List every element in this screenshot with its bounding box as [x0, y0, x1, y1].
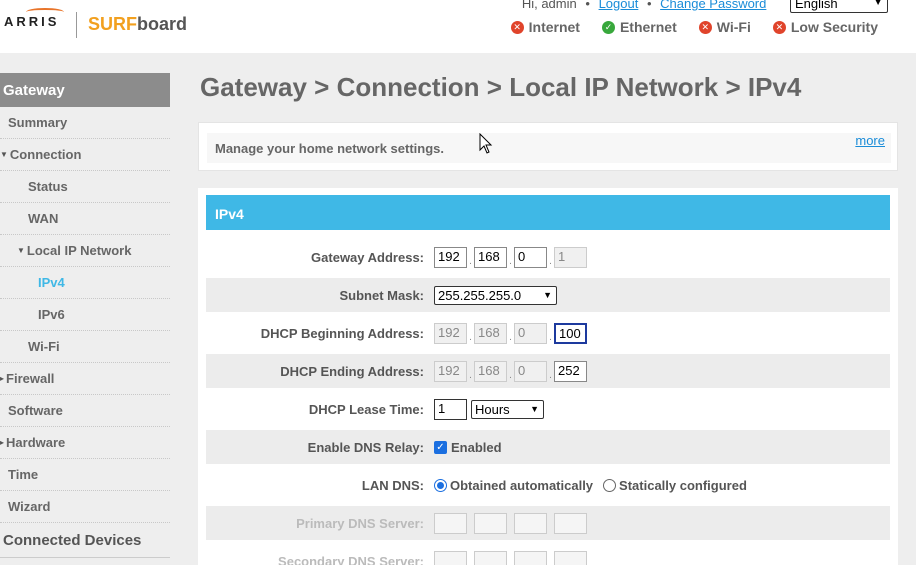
ipv4-panel: IPv4 Gateway Address: 192. 168. 0. 1 Sub…	[198, 188, 898, 565]
sidebar-item-connection[interactable]: ▼ Connection	[0, 139, 170, 171]
expand-triangle-icon: ▼	[17, 246, 25, 255]
lease-time-row: DHCP Lease Time: 1 Hours ▼	[206, 392, 890, 426]
status-internet[interactable]: ✕ Internet	[510, 19, 580, 35]
dns-relay-checkbox[interactable]: ✓	[434, 440, 447, 454]
primary-dns-octet-2	[474, 512, 507, 534]
gateway-octet-2[interactable]: 168	[474, 246, 507, 268]
change-password-link[interactable]: Change Password	[660, 0, 766, 11]
more-link[interactable]: more	[855, 133, 885, 148]
primary-dns-row: Primary DNS Server:	[206, 506, 890, 540]
dhcp-begin-row: DHCP Beginning Address: 192. 168. 0. 100	[206, 316, 890, 350]
subnet-mask-label: Subnet Mask:	[339, 287, 424, 303]
collapsed-triangle-icon: ▸	[0, 374, 5, 383]
gateway-octet-4: 1	[554, 246, 587, 268]
error-icon: ✕	[772, 20, 786, 34]
sidebar-item-wizard[interactable]: Wizard	[0, 491, 170, 523]
dhcp-begin-octet-2: 168	[474, 322, 507, 344]
lan-dns-auto-radio[interactable]	[434, 478, 447, 492]
logout-link[interactable]: Logout	[599, 0, 639, 11]
dhcp-begin-octet-4[interactable]: 100	[554, 322, 587, 344]
lease-unit-select[interactable]: Hours ▼	[471, 399, 544, 419]
chevron-down-icon: ▼	[530, 404, 539, 414]
sidebar-item-hardware[interactable]: ▸ Hardware	[0, 427, 170, 459]
check-icon: ✓	[601, 20, 615, 34]
sidebar-heading-connected-devices[interactable]: Connected Devices	[0, 523, 170, 558]
secondary-dns-octet-1	[434, 550, 467, 565]
dhcp-end-octet-1: 192	[434, 360, 467, 382]
secondary-dns-row: Secondary DNS Server:	[206, 544, 890, 565]
secondary-dns-octet-2	[474, 550, 507, 565]
gateway-octet-1[interactable]: 192	[434, 246, 467, 268]
dns-relay-row: Enable DNS Relay: ✓ Enabled	[206, 430, 890, 464]
gateway-octet-3[interactable]: 0	[514, 246, 547, 268]
sidebar-item-software[interactable]: Software	[0, 395, 170, 427]
status-ethernet[interactable]: ✓ Ethernet	[601, 19, 677, 35]
expand-triangle-icon: ▼	[0, 150, 8, 159]
surfboard-logo: SURFboard	[88, 14, 188, 34]
lan-dns-static-label: Statically configured	[619, 477, 747, 493]
arris-logo: ARRIS	[4, 8, 64, 29]
language-select[interactable]: English ▼	[790, 0, 888, 13]
error-icon: ✕	[698, 20, 712, 34]
sidebar-item-summary[interactable]: Summary	[0, 107, 170, 139]
sidebar-item-wifi[interactable]: Wi-Fi	[0, 331, 170, 363]
subnet-mask-row: Subnet Mask: 255.255.255.0 ▼	[206, 278, 890, 312]
primary-dns-label: Primary DNS Server:	[296, 515, 424, 531]
dhcp-begin-octet-3: 0	[514, 322, 547, 344]
sidebar-item-ipv4[interactable]: IPv4	[0, 267, 170, 299]
lan-dns-row: LAN DNS: Obtained automatically Statical…	[206, 468, 890, 502]
secondary-dns-label: Secondary DNS Server:	[278, 553, 424, 565]
primary-dns-octet-1	[434, 512, 467, 534]
description-text: Manage your home network settings.	[207, 133, 891, 163]
subnet-mask-select[interactable]: 255.255.255.0 ▼	[434, 285, 557, 305]
panel-title: IPv4	[206, 195, 890, 230]
collapsed-triangle-icon: ▸	[0, 438, 5, 447]
page-title: Gateway > Connection > Local IP Network …	[200, 72, 802, 102]
sidebar: Gateway Summary ▼ Connection Status WAN ▼…	[0, 73, 170, 558]
secondary-dns-octet-3	[514, 550, 547, 565]
dhcp-end-octet-4[interactable]: 252	[554, 360, 587, 382]
status-wifi[interactable]: ✕ Wi-Fi	[698, 19, 751, 35]
lan-dns-label: LAN DNS:	[361, 477, 424, 493]
dhcp-end-octet-3: 0	[514, 360, 547, 382]
secondary-dns-octet-4	[554, 550, 587, 565]
dhcp-end-row: DHCP Ending Address: 192. 168. 0. 252	[206, 354, 890, 388]
sidebar-item-wan[interactable]: WAN	[0, 203, 170, 235]
dns-relay-label: Enable DNS Relay:	[307, 439, 424, 455]
gateway-address-label: Gateway Address:	[311, 249, 424, 265]
header: ARRIS SURFboard Hi, admin • Logout • Cha…	[0, 0, 916, 53]
status-row: ✕ Internet ✓ Ethernet ✕ Wi-Fi ✕ Low Security	[510, 19, 878, 35]
dhcp-begin-octet-1: 192	[434, 322, 467, 344]
lease-time-input[interactable]: 1	[434, 398, 467, 420]
user-bar: Hi, admin • Logout • Change Password Eng…	[522, 0, 888, 13]
dhcp-end-label: DHCP Ending Address:	[280, 363, 424, 379]
primary-dns-octet-4	[554, 512, 587, 534]
mouse-cursor-icon	[479, 133, 493, 154]
sidebar-heading-gateway[interactable]: Gateway	[0, 73, 170, 107]
status-security[interactable]: ✕ Low Security	[772, 19, 878, 35]
sidebar-item-local-ip-network[interactable]: ▼ Local IP Network	[0, 235, 170, 267]
greeting: Hi, admin	[521, 0, 577, 11]
sidebar-item-ipv6[interactable]: IPv6	[0, 299, 170, 331]
sidebar-item-firewall[interactable]: ▸ Firewall	[0, 363, 170, 395]
error-icon: ✕	[510, 20, 524, 34]
chevron-down-icon: ▼	[543, 290, 552, 300]
lan-dns-static-radio[interactable]	[603, 478, 617, 492]
lease-time-label: DHCP Lease Time:	[308, 401, 424, 417]
dhcp-end-octet-2: 168	[474, 360, 507, 382]
sidebar-item-time[interactable]: Time	[0, 459, 170, 491]
sidebar-item-status[interactable]: Status	[0, 171, 170, 203]
dns-relay-option-label: Enabled	[451, 439, 502, 455]
dhcp-begin-label: DHCP Beginning Address:	[260, 325, 424, 341]
gateway-address-row: Gateway Address: 192. 168. 0. 1	[206, 240, 890, 274]
lan-dns-auto-label: Obtained automatically	[450, 477, 594, 493]
description-box: Manage your home network settings. more	[198, 122, 898, 171]
primary-dns-octet-3	[514, 512, 547, 534]
chevron-down-icon: ▼	[873, 0, 883, 8]
logo-divider	[76, 12, 77, 38]
